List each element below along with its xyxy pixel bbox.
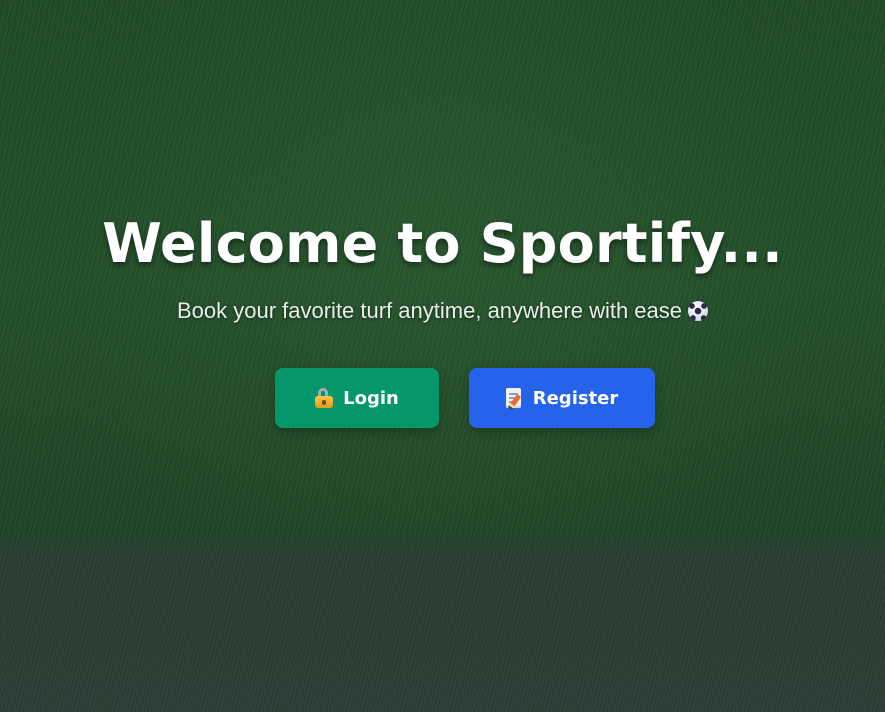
subtitle-text: Book your favorite turf anytime, anywher… (176, 298, 683, 323)
register-button[interactable]: Register (469, 368, 655, 428)
register-button-label: Register (532, 387, 619, 409)
lock-icon (315, 388, 334, 408)
page-title: Welcome to Sportify... (102, 212, 783, 275)
login-button[interactable]: Login (275, 368, 439, 428)
hero-section: Welcome to Sportify... Book your favorit… (0, 0, 885, 712)
login-button-label: Login (343, 387, 399, 409)
page-subtitle: Book your favorite turf anytime, anywher… (0, 298, 885, 324)
soccer-ball-icon (688, 301, 709, 321)
memo-icon (505, 387, 523, 410)
